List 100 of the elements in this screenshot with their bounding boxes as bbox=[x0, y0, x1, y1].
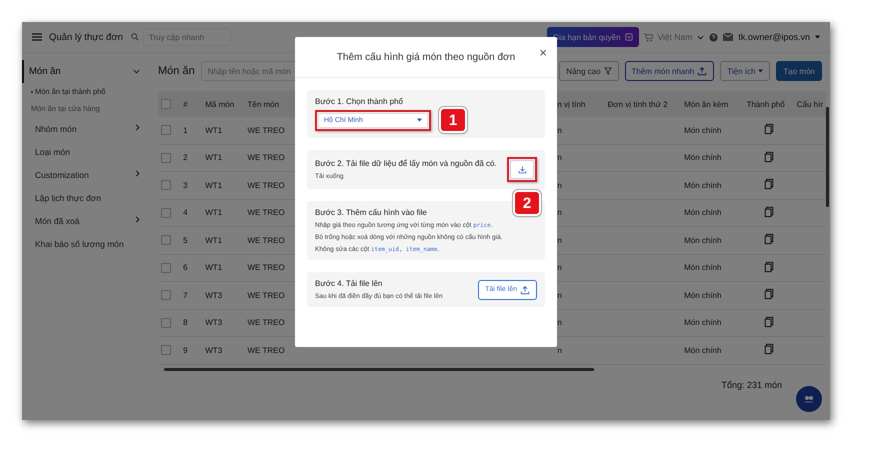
copy-icon[interactable] bbox=[764, 150, 774, 163]
quick-search-field[interactable]: Truy cập nhanh bbox=[142, 28, 231, 46]
table-cell: WT1 bbox=[202, 254, 244, 282]
copy-icon[interactable] bbox=[764, 260, 774, 273]
total-count: Tổng: 231 món bbox=[720, 378, 783, 390]
caret-icon bbox=[815, 35, 820, 39]
checkbox[interactable] bbox=[161, 180, 171, 190]
checkbox[interactable] bbox=[161, 99, 171, 109]
country-selector[interactable]: Việt Nam bbox=[658, 32, 692, 42]
checkbox[interactable] bbox=[161, 262, 171, 273]
copy-icon[interactable] bbox=[764, 233, 774, 246]
step-title: Bước 1. Chọn thành phố bbox=[315, 97, 404, 106]
table-cell: 9 bbox=[180, 336, 202, 364]
table-cell: 5 bbox=[180, 226, 202, 254]
sidebar-item[interactable]: Món đã xoá bbox=[22, 209, 150, 232]
copy-icon[interactable] bbox=[764, 206, 774, 218]
create-item-button[interactable]: Tạo món bbox=[776, 61, 822, 81]
column-header: Đơn vị tính thứ 2 bbox=[604, 91, 682, 117]
checkbox[interactable] bbox=[161, 125, 171, 136]
account-menu[interactable]: tk.owner@ipos.vn bbox=[738, 32, 810, 42]
table-cell: Món chính bbox=[681, 172, 744, 199]
table-cell: Món chính bbox=[681, 199, 744, 226]
upload-icon bbox=[520, 284, 530, 294]
checkbox[interactable] bbox=[161, 345, 171, 356]
table-cell: Món chính bbox=[681, 144, 744, 172]
table-cell: WT1 bbox=[202, 226, 244, 254]
column-header: Món ăn kèm bbox=[681, 91, 744, 117]
chevron-down-icon[interactable] bbox=[697, 34, 704, 40]
table-cell: 6 bbox=[180, 254, 202, 282]
table-cell: WE TREO bbox=[244, 336, 295, 364]
column-header: Thành phố bbox=[743, 91, 794, 117]
sidebar-item[interactable]: Món ăn bbox=[22, 60, 150, 83]
table-cell: WT1 bbox=[202, 199, 244, 226]
quick-add-button[interactable]: Thêm món nhanh bbox=[624, 61, 714, 81]
section-title: Món ăn bbox=[158, 65, 195, 77]
table-cell: 1 bbox=[180, 117, 202, 144]
dropdown-box-icon bbox=[624, 33, 633, 41]
table-cell: Món chính bbox=[681, 226, 744, 254]
close-button[interactable]: × bbox=[539, 45, 547, 60]
menu-icon[interactable] bbox=[32, 33, 42, 41]
table-cell: WT3 bbox=[202, 336, 244, 364]
chevron-down-icon[interactable] bbox=[133, 69, 140, 74]
column-header: n vị tính bbox=[554, 91, 605, 117]
sidebar-item[interactable]: Khai báo số lượng món bbox=[22, 232, 150, 255]
checkbox[interactable] bbox=[161, 235, 171, 246]
column-header: Tên món bbox=[244, 91, 295, 117]
table-cell: WT1 bbox=[202, 144, 244, 172]
cart-icon[interactable] bbox=[644, 32, 653, 42]
chat-bot-icon[interactable] bbox=[796, 386, 822, 412]
chevron-right-icon[interactable] bbox=[135, 216, 140, 223]
chevron-right-icon[interactable] bbox=[135, 124, 140, 131]
callout-badge: 1 bbox=[441, 109, 465, 131]
checkbox[interactable] bbox=[161, 152, 171, 163]
horizontal-scrollbar[interactable] bbox=[164, 368, 594, 370]
table-cell: 2 bbox=[180, 144, 202, 172]
table-cell: Món chính bbox=[681, 336, 744, 364]
table-cell: 4 bbox=[180, 199, 202, 226]
table-cell: Món chính bbox=[681, 309, 744, 336]
copy-icon[interactable] bbox=[764, 178, 774, 190]
table-cell: Món chính bbox=[681, 254, 744, 282]
download-icon bbox=[518, 165, 526, 174]
callout-badge: 2 bbox=[515, 192, 539, 214]
column-header: Cấu hìr bbox=[794, 91, 826, 117]
sidebar-item[interactable]: Loại món bbox=[22, 140, 150, 163]
step-title: Bước 4. Tải file lên bbox=[315, 279, 384, 288]
table-cell: 3 bbox=[180, 172, 202, 199]
sidebar-item[interactable]: Nhóm món bbox=[22, 117, 150, 140]
step-title: Bước 3. Thêm cấu hình vào file bbox=[315, 208, 428, 217]
sidebar-item[interactable]: Lập lịch thực đơn bbox=[22, 186, 150, 209]
filter-icon bbox=[604, 67, 612, 75]
copy-icon[interactable] bbox=[764, 288, 774, 300]
column-header: # bbox=[180, 91, 202, 117]
chevron-right-icon[interactable] bbox=[135, 170, 140, 177]
advanced-filter-button[interactable]: Nâng cao bbox=[559, 61, 619, 81]
search-icon[interactable] bbox=[130, 33, 139, 41]
table-cell: WT3 bbox=[202, 309, 244, 336]
dialog-title: Thêm cấu hình giá món theo nguồn đơn bbox=[336, 52, 516, 62]
copy-icon[interactable] bbox=[764, 123, 774, 136]
checkbox[interactable] bbox=[161, 318, 171, 328]
table-cell: WT1 bbox=[202, 172, 244, 199]
upload-icon bbox=[697, 66, 708, 76]
column-header: Mã món bbox=[202, 91, 244, 117]
table-cell: WT3 bbox=[202, 282, 244, 309]
caret-icon bbox=[758, 69, 764, 73]
step-title: Bước 2. Tải file dữ liệu để lấy món và nguồn đã có. bbox=[315, 159, 497, 168]
copy-icon[interactable] bbox=[764, 316, 774, 328]
checkbox[interactable] bbox=[161, 208, 171, 218]
copy-icon[interactable] bbox=[764, 343, 774, 356]
utilities-dropdown[interactable]: Tiện ích bbox=[720, 61, 770, 81]
table-cell: Món chính bbox=[681, 117, 744, 144]
table-cell: 7 bbox=[180, 282, 202, 309]
sidebar-item[interactable]: Customization bbox=[22, 163, 150, 186]
page-title: Quản lý thực đơn bbox=[49, 32, 123, 42]
mail-icon[interactable] bbox=[723, 33, 734, 41]
table-cell: Món chính bbox=[681, 282, 744, 309]
vertical-scrollbar[interactable] bbox=[826, 107, 829, 207]
table-cell: WT1 bbox=[202, 117, 244, 144]
help-icon[interactable] bbox=[709, 32, 718, 42]
table-cell: 8 bbox=[180, 309, 202, 336]
checkbox[interactable] bbox=[161, 290, 171, 300]
